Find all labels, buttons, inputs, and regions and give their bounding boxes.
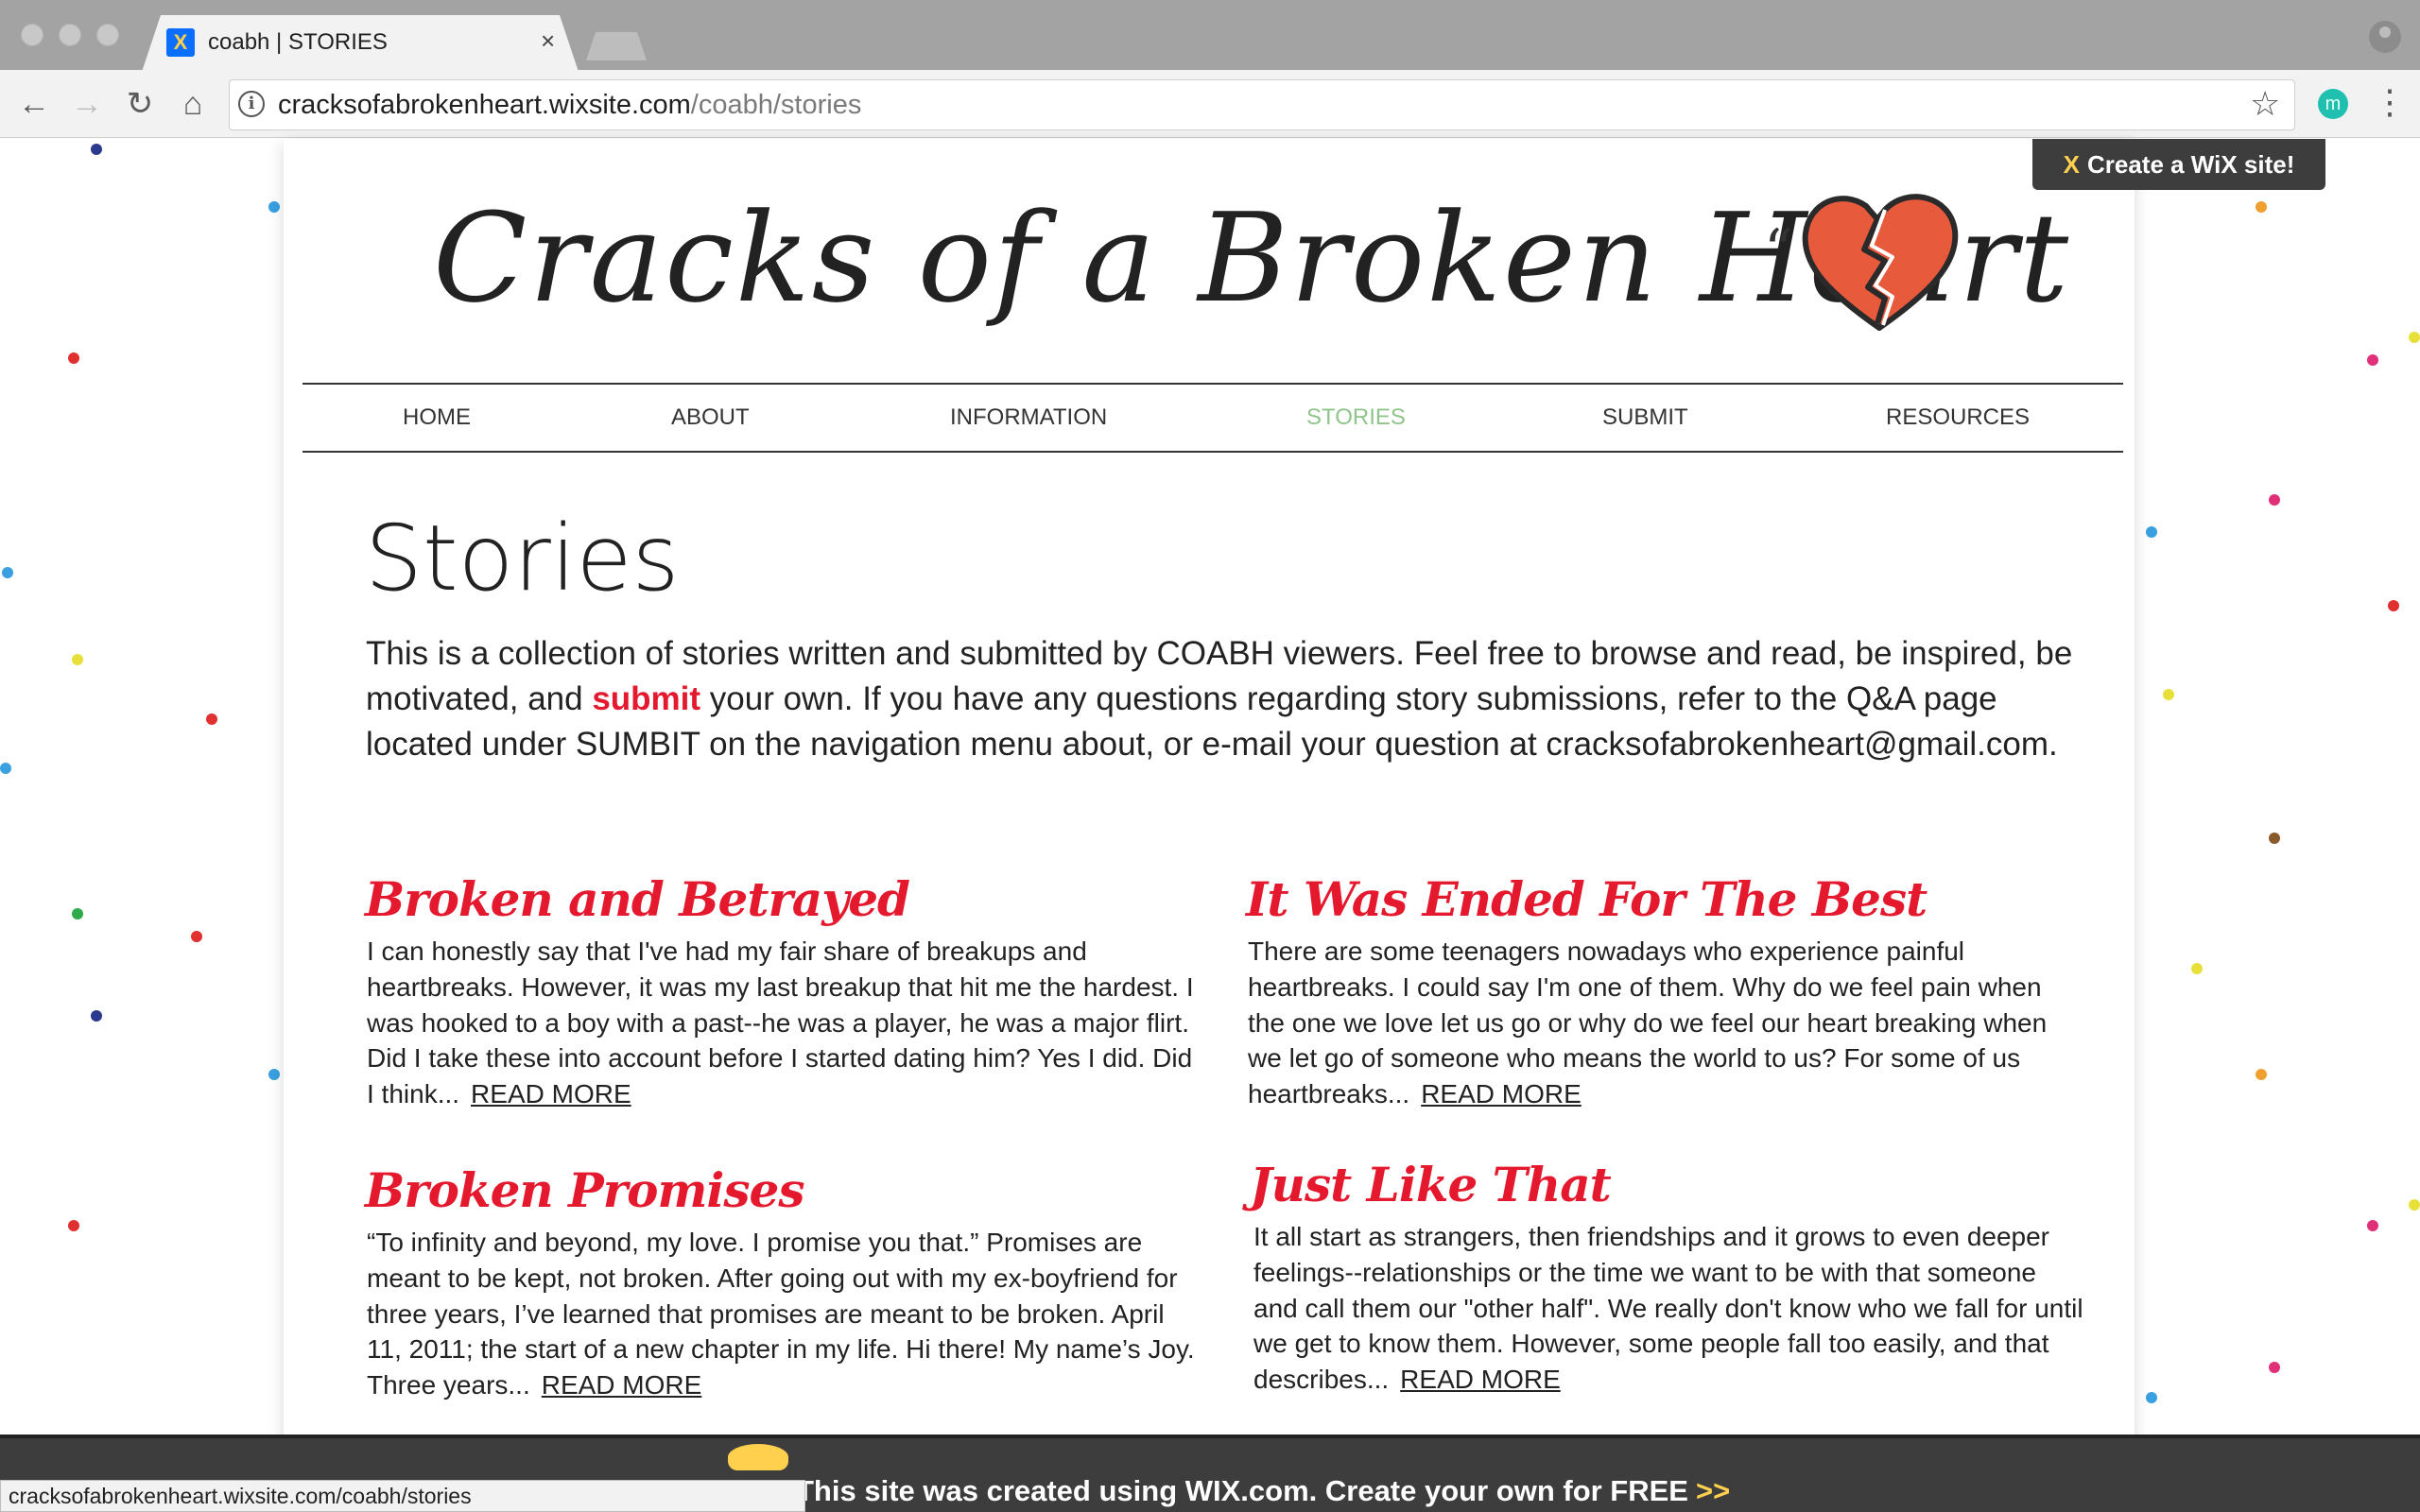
confetti-dot [68, 352, 79, 364]
zoom-window-button[interactable] [96, 24, 119, 46]
confetti-dot [72, 654, 83, 665]
confetti-dot [2388, 600, 2399, 611]
story-excerpt: It all start as strangers, then friendsh… [1253, 1219, 2085, 1398]
wix-promo-label: This site was created using WIX.com. Cre… [796, 1474, 1688, 1507]
wix-mascot-icon [728, 1444, 788, 1470]
site-info-icon[interactable]: i [238, 91, 265, 117]
status-bar-url: cracksofabrokenheart.wixsite.com/coabh/s… [0, 1480, 805, 1512]
bookmark-star-icon[interactable]: ☆ [2250, 85, 2280, 123]
new-tab-button[interactable] [586, 32, 647, 60]
confetti-dot [268, 1069, 280, 1080]
read-more-link[interactable]: READ MORE [471, 1079, 631, 1108]
confetti-dot [2256, 201, 2267, 213]
confetti-dot [0, 763, 11, 774]
confetti-dot [2367, 354, 2378, 366]
confetti-dot [91, 1010, 102, 1022]
profile-icon[interactable] [2369, 21, 2401, 53]
confetti-dot [2, 567, 13, 578]
story-title[interactable]: Just Like That [1250, 1157, 1612, 1213]
story-excerpt-text: “To infinity and beyond, my love. I prom… [367, 1228, 1195, 1400]
story-excerpt: “To infinity and beyond, my love. I prom… [367, 1225, 1199, 1403]
nav-resources[interactable]: RESOURCES [1886, 403, 2030, 433]
intro-paragraph: This is a collection of stories written … [366, 631, 2086, 767]
story-excerpt: There are some teenagers nowadays who ex… [1248, 934, 2080, 1112]
nav-information[interactable]: INFORMATION [950, 403, 1107, 433]
confetti-dot [2146, 1392, 2157, 1403]
confetti-dot [268, 201, 280, 213]
broken-heart-icon [1802, 194, 1959, 331]
wix-favicon-icon: X [166, 28, 195, 57]
nav-about[interactable]: ABOUT [671, 403, 750, 433]
story-excerpt-text: There are some teenagers nowadays who ex… [1248, 936, 2048, 1109]
confetti-dot [2146, 526, 2157, 538]
url-path: /coabh/stories [690, 90, 862, 120]
quote-mark: “ [1764, 217, 1793, 284]
confetti-dot [2269, 833, 2280, 844]
forward-icon[interactable]: → [66, 83, 108, 125]
reload-icon[interactable]: ↻ [119, 83, 161, 125]
confetti-dot [2191, 963, 2203, 974]
home-icon[interactable]: ⌂ [172, 83, 214, 125]
nav-submit[interactable]: SUBMIT [1602, 403, 1688, 433]
confetti-dot [2256, 1069, 2267, 1080]
create-wix-site-button[interactable]: X Create a WiX site! [2032, 139, 2325, 190]
wix-promo-arrow: >> [1696, 1474, 1731, 1507]
story-excerpt: I can honestly say that I've had my fair… [367, 934, 1199, 1112]
confetti-dot [2163, 689, 2174, 700]
nav-divider-bottom [302, 451, 2123, 453]
story-title[interactable]: Broken and Betrayed [365, 871, 910, 928]
confetti-dot [68, 1220, 79, 1231]
story-title[interactable]: It Was Ended For The Best [1246, 871, 1927, 928]
tab-title: coabh | STORIES [208, 29, 388, 55]
story-title[interactable]: Broken Promises [365, 1162, 804, 1219]
page-title: Stories [365, 506, 680, 611]
read-more-link[interactable]: READ MORE [1421, 1079, 1582, 1108]
browser-menu-icon[interactable]: ⋮ [2373, 83, 2407, 121]
url-text[interactable]: cracksofabrokenheart.wixsite.com/coabh/s… [278, 89, 861, 121]
back-icon[interactable]: ← [13, 83, 55, 125]
confetti-dot [206, 713, 217, 725]
wix-badge-label: Create a WiX site! [2086, 150, 2295, 179]
nav-home[interactable]: HOME [403, 403, 471, 433]
confetti-dot [2409, 1199, 2420, 1211]
confetti-dot [2367, 1220, 2378, 1231]
wix-logo-icon: X [2063, 150, 2080, 179]
wix-promo-text[interactable]: This site was created using WIX.com. Cre… [796, 1472, 1730, 1510]
tab-close-icon[interactable]: × [541, 26, 555, 55]
story-excerpt-text: It all start as strangers, then friendsh… [1253, 1222, 2083, 1395]
extension-icon[interactable]: m [2318, 89, 2348, 119]
submit-link[interactable]: submit [592, 680, 700, 717]
url-host: cracksofabrokenheart.wixsite.com [278, 90, 691, 120]
confetti-dot [191, 931, 202, 942]
close-window-button[interactable] [21, 24, 43, 46]
read-more-link[interactable]: READ MORE [1400, 1365, 1561, 1394]
confetti-dot [2409, 332, 2420, 343]
confetti-dot [2269, 494, 2280, 506]
confetti-dot [2269, 1362, 2280, 1373]
nav-stories[interactable]: STORIES [1306, 403, 1406, 433]
minimize-window-button[interactable] [59, 24, 81, 46]
confetti-dot [91, 144, 102, 155]
confetti-dot [72, 908, 83, 919]
read-more-link[interactable]: READ MORE [542, 1370, 702, 1400]
nav-divider-top [302, 383, 2123, 385]
